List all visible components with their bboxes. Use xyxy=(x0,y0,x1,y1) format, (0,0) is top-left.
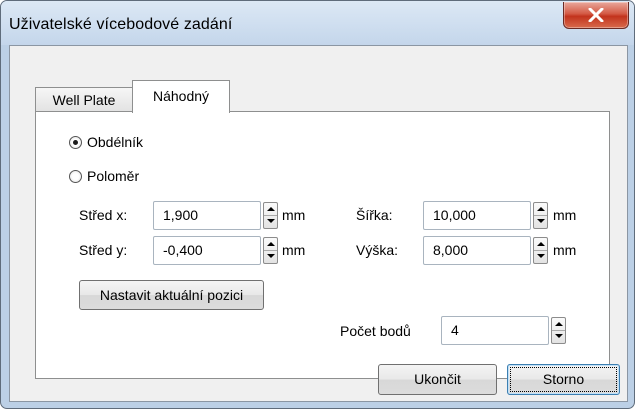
height-unit: mm xyxy=(553,242,577,258)
width-field[interactable]: 10,000 xyxy=(423,201,548,230)
dialog-client-area: Well Plate Náhodný Obdélník Poloměr Stře… xyxy=(9,45,628,402)
height-field[interactable]: 8,000 xyxy=(423,236,548,265)
radio-rectangle-label: Obdélník xyxy=(87,134,144,150)
width-spinner[interactable] xyxy=(533,202,548,229)
center-y-field[interactable]: -0,400 xyxy=(153,236,278,265)
radio-radius-indicator[interactable] xyxy=(69,169,82,183)
point-count-spinner[interactable] xyxy=(551,317,566,344)
set-current-position-button[interactable]: Nastavit aktuální pozici xyxy=(79,280,264,310)
point-count-value: 4 xyxy=(451,322,459,338)
finish-button[interactable]: Ukončit xyxy=(378,364,497,395)
center-y-label: Střed y: xyxy=(79,242,128,258)
height-spinner[interactable] xyxy=(533,237,548,264)
radio-radius-label: Poloměr xyxy=(87,168,140,184)
close-icon xyxy=(588,8,604,22)
spin-up-icon[interactable] xyxy=(267,242,275,246)
center-y-unit: mm xyxy=(282,242,306,258)
center-x-label: Střed x: xyxy=(79,207,128,223)
spin-up-icon[interactable] xyxy=(537,207,545,211)
radio-rectangle[interactable]: Obdélník xyxy=(69,134,143,150)
tab-panel-random: Obdélník Poloměr Střed x: 1,900 mm Střed… xyxy=(35,111,610,379)
spin-up-icon[interactable] xyxy=(267,207,275,211)
center-y-spinner[interactable] xyxy=(263,237,278,264)
close-button[interactable] xyxy=(563,2,629,29)
center-x-field[interactable]: 1,900 xyxy=(153,201,278,230)
spin-down-icon[interactable] xyxy=(267,254,275,258)
tab-nahodny[interactable]: Náhodný xyxy=(132,80,230,113)
dialog-window: Uživatelské vícebodové zadání Well Plate… xyxy=(0,0,635,409)
center-x-value: 1,900 xyxy=(163,207,199,223)
width-value: 10,000 xyxy=(433,207,476,223)
spin-down-icon[interactable] xyxy=(537,254,545,258)
center-x-unit: mm xyxy=(282,207,306,223)
spin-down-icon[interactable] xyxy=(267,219,275,223)
center-x-spinner[interactable] xyxy=(263,202,278,229)
spin-up-icon[interactable] xyxy=(555,322,563,326)
title-bar[interactable]: Uživatelské vícebodové zadání xyxy=(1,1,634,45)
height-value: 8,000 xyxy=(433,242,469,258)
radio-rectangle-indicator[interactable] xyxy=(69,135,82,149)
cancel-button-label: Storno xyxy=(510,367,617,392)
point-count-label: Počet bodů xyxy=(340,323,411,339)
spin-up-icon[interactable] xyxy=(537,242,545,246)
radio-radius[interactable]: Poloměr xyxy=(69,168,139,184)
spin-down-icon[interactable] xyxy=(537,219,545,223)
width-label: Šířka: xyxy=(356,207,393,223)
height-label: Výška: xyxy=(356,242,399,258)
point-count-field[interactable]: 4 xyxy=(441,316,566,345)
width-unit: mm xyxy=(553,207,577,223)
spin-down-icon[interactable] xyxy=(555,334,563,338)
tab-well-plate[interactable]: Well Plate xyxy=(35,87,133,112)
center-y-value: -0,400 xyxy=(163,242,203,258)
window-title: Uživatelské vícebodové zadání xyxy=(9,16,233,33)
cancel-button[interactable]: Storno xyxy=(507,364,620,395)
